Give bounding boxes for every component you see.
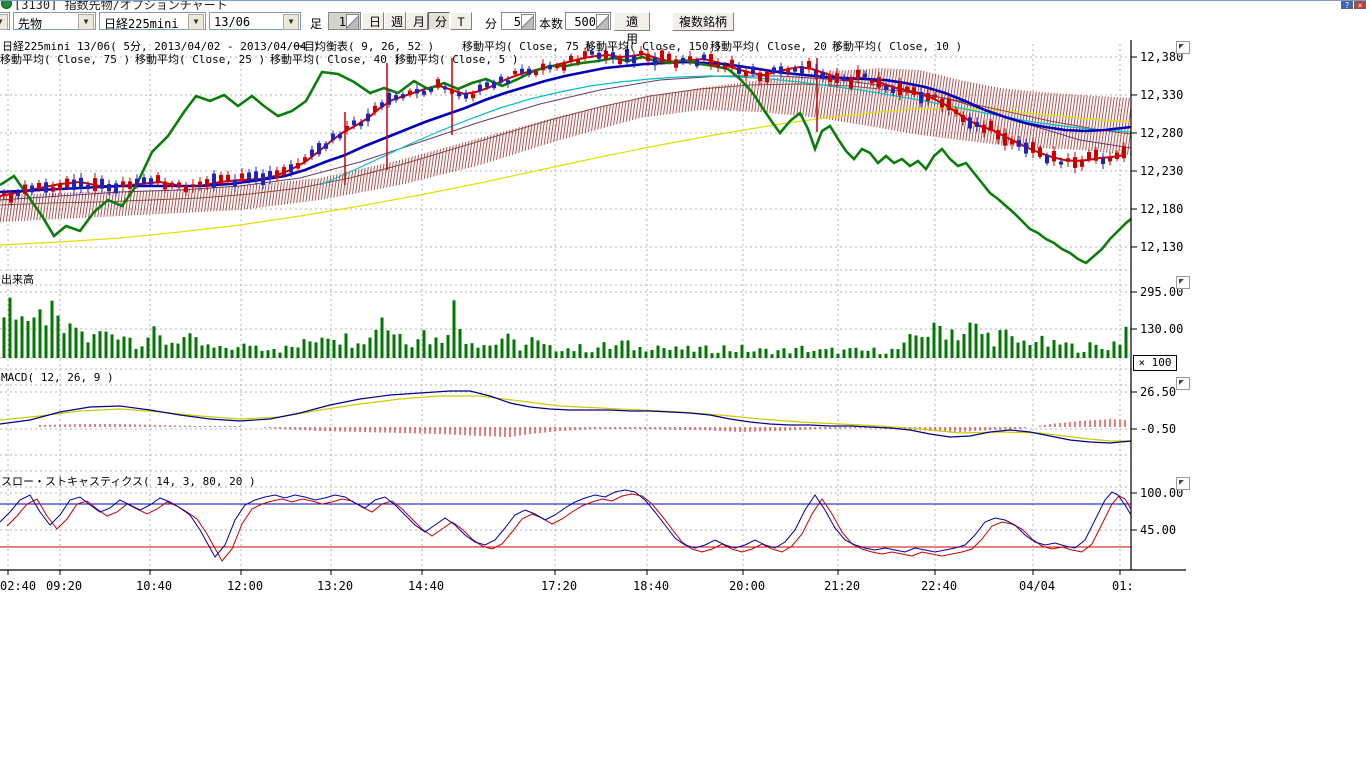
x-axis-label: 20:00 xyxy=(729,579,765,593)
y-axis-label: 12,130 xyxy=(1140,240,1183,254)
y-axis-label: -0.50 xyxy=(1140,422,1176,436)
x-axis-label: 01: xyxy=(1112,579,1134,593)
volume-multiplier-badge: × 100 xyxy=(1133,355,1177,371)
y-axis-label: 12,330 xyxy=(1140,88,1183,102)
volume-panel-resize-button[interactable] xyxy=(1176,276,1190,289)
x-axis-label: 13:20 xyxy=(317,579,353,593)
x-axis-label: 09:20 xyxy=(46,579,82,593)
x-axis-label: 12:00 xyxy=(227,579,263,593)
legend-item: 移動平均( Close, 25 ) xyxy=(135,51,265,67)
stochastics-panel-label: スロー・ストキャスティクス( 14, 3, 80, 20 ) xyxy=(1,473,256,489)
x-axis-label: 10:40 xyxy=(136,579,172,593)
x-axis-label: 22:40 xyxy=(921,579,957,593)
volume-panel-label: 出来高 xyxy=(1,271,34,287)
chart-plot-area[interactable] xyxy=(0,40,1131,570)
y-axis-label: 12,180 xyxy=(1140,202,1183,216)
x-axis-label: 17:20 xyxy=(541,579,577,593)
legend-item: 移動平均( Close, 5 ) xyxy=(395,51,518,67)
macd-panel-resize-button[interactable] xyxy=(1176,377,1190,390)
legend-item: 移動平均( Close, 75 ) xyxy=(0,51,130,67)
x-axis-label: 04/04 xyxy=(1019,579,1055,593)
indicator-legend-row-1: 日経225mini 13/06( 5分, 2013/04/02 - 2013/0… xyxy=(0,38,1131,51)
x-axis-label: 18:40 xyxy=(633,579,669,593)
legend-item: 移動平均( Close, 40 ) xyxy=(270,51,400,67)
price-panel-resize-button[interactable] xyxy=(1176,41,1190,54)
y-axis-label: 130.00 xyxy=(1140,322,1183,336)
x-axis-label: 21:20 xyxy=(824,579,860,593)
indicator-legend-row-2: 移動平均( Close, 75 ) 移動平均( Close, 25 ) 移動平均( … xyxy=(0,51,1131,64)
stoch-panel-resize-button[interactable] xyxy=(1176,477,1190,490)
y-axis-label: 12,230 xyxy=(1140,164,1183,178)
y-axis-label: 12,280 xyxy=(1140,126,1183,140)
chart-window: [3130] 指数先物/オプションチャート ? × ▼ 先物 ▼ 日経225mi… xyxy=(0,0,1366,768)
y-axis-label: 45.00 xyxy=(1140,523,1176,537)
x-axis-label: 14:40 xyxy=(408,579,444,593)
y-axis-label: 26.50 xyxy=(1140,385,1176,399)
macd-panel-label: MACD( 12, 26, 9 ) xyxy=(1,371,114,384)
x-axis-label: 02:40 xyxy=(0,579,36,593)
